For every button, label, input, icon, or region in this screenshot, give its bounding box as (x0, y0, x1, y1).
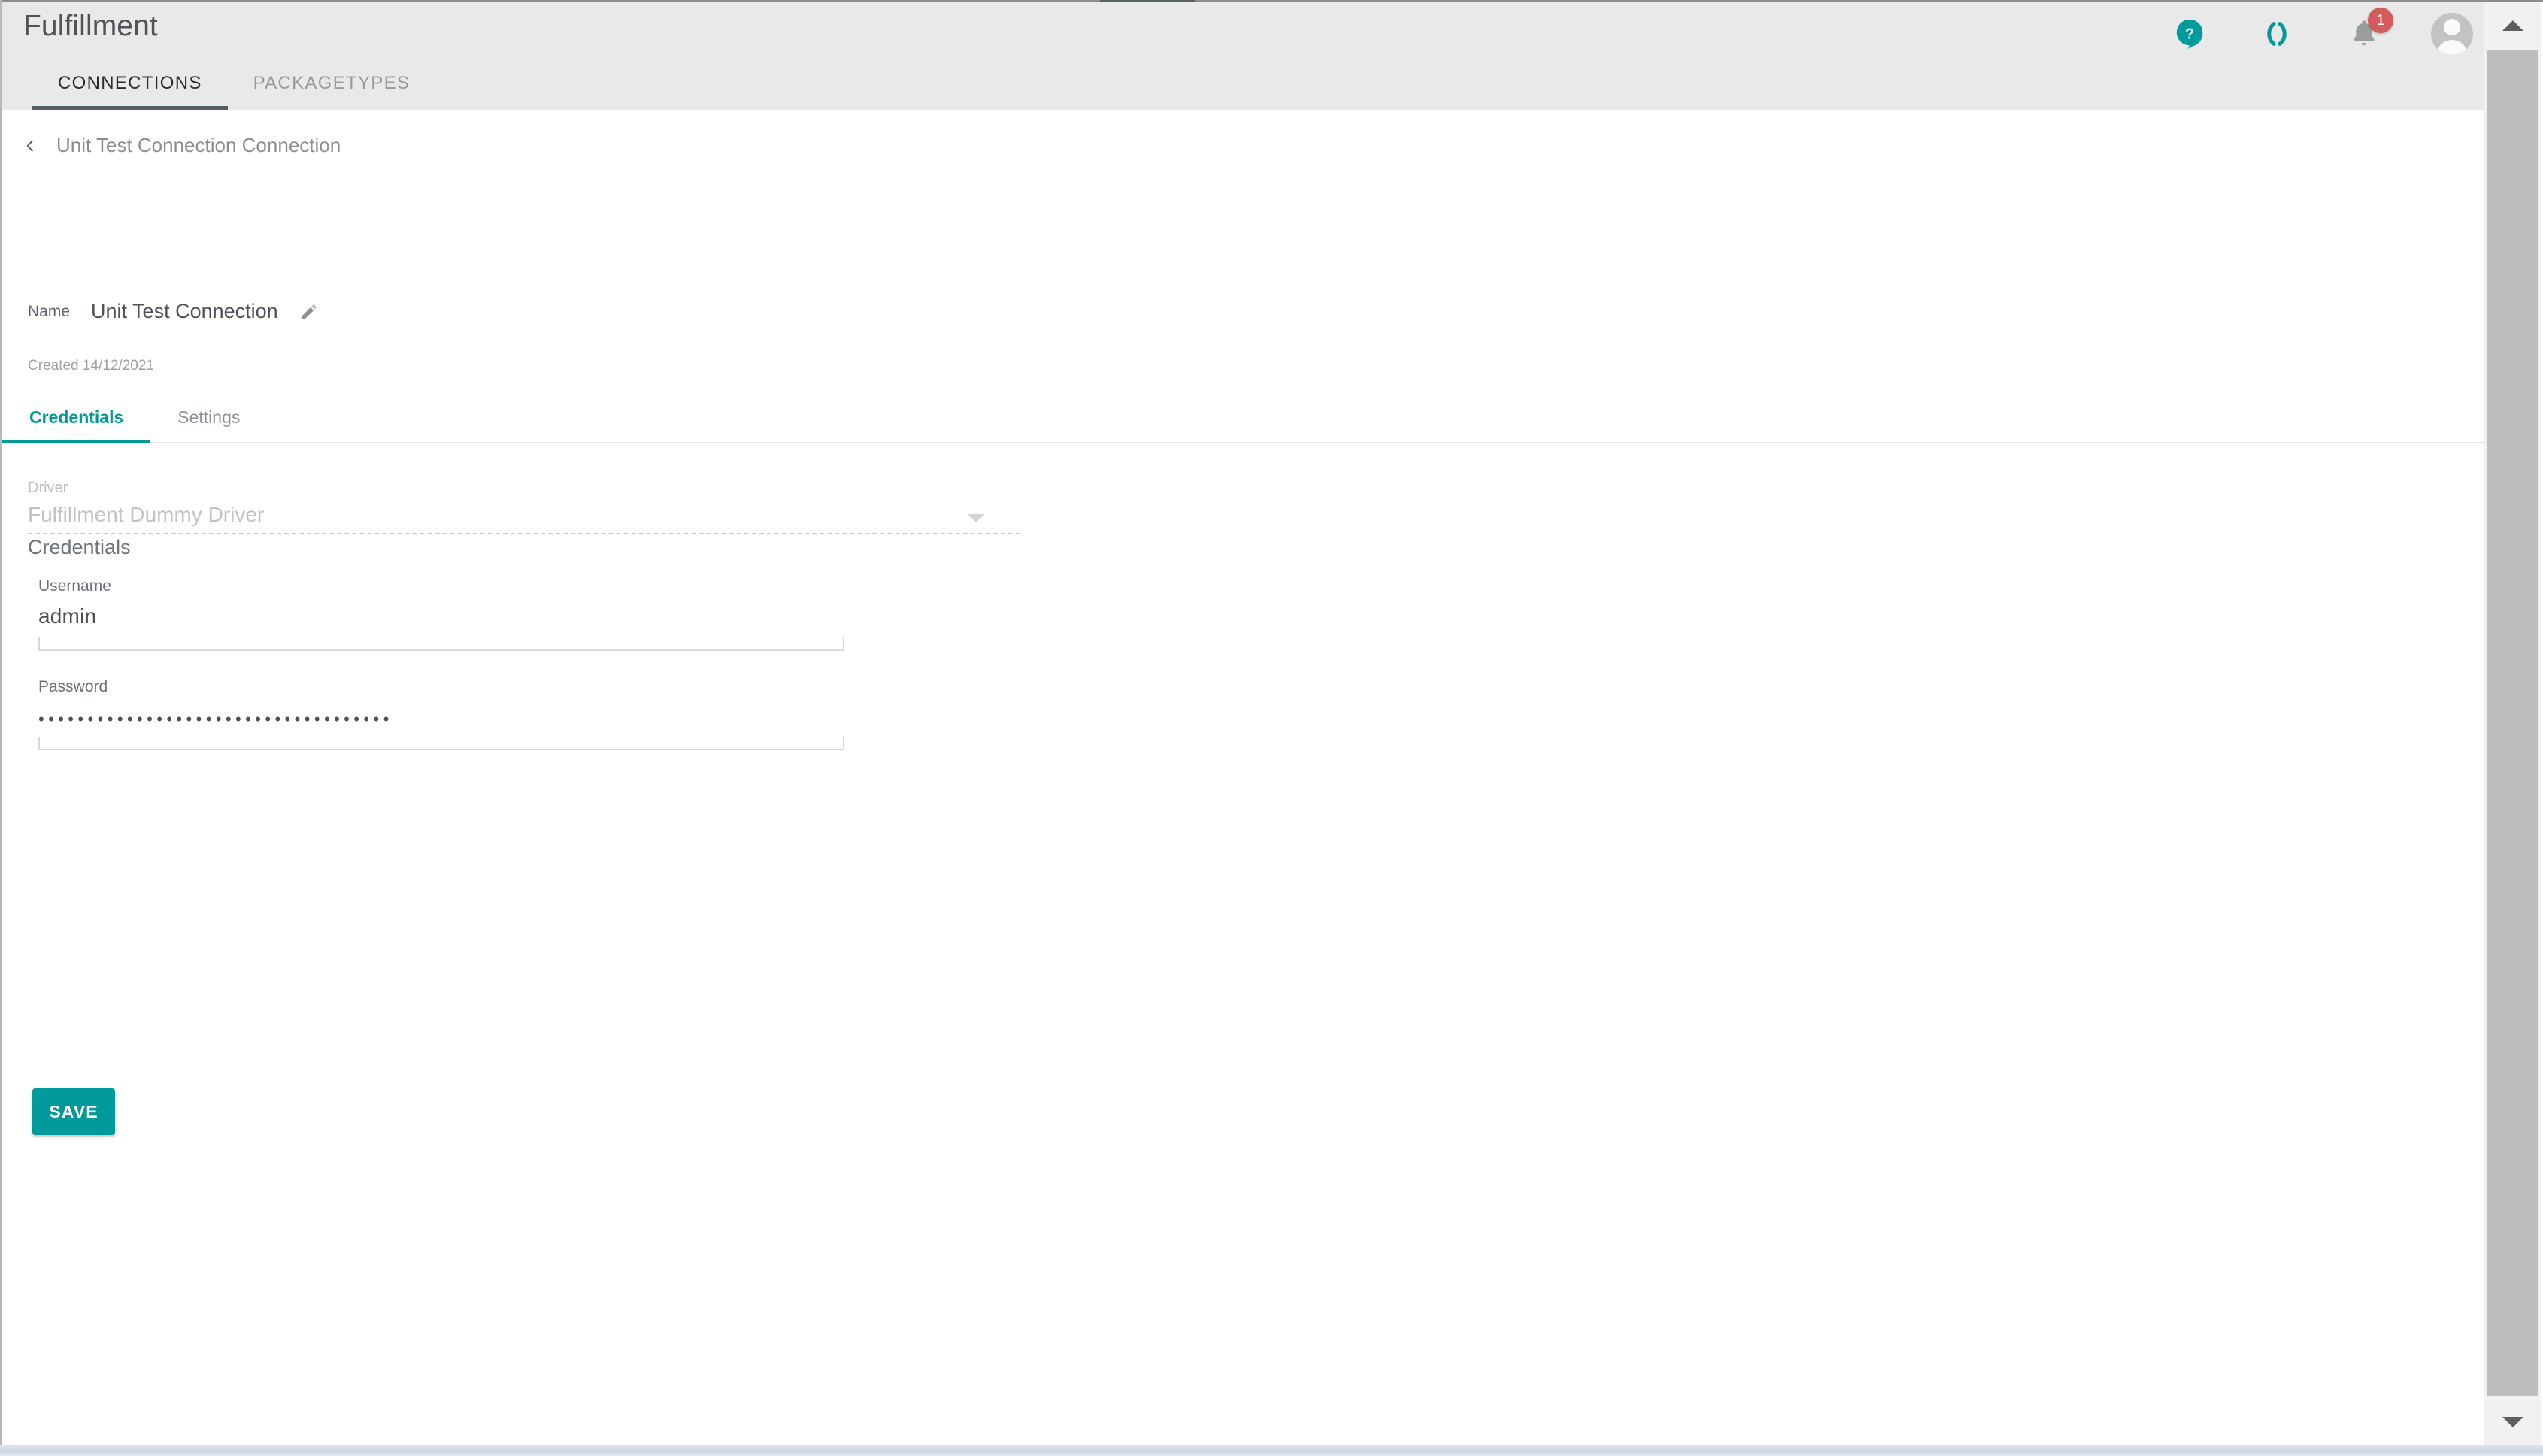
notification-badge: 1 (2368, 8, 2393, 33)
avatar-head (2444, 19, 2460, 35)
username-field[interactable]: Username admin (38, 577, 844, 651)
password-underline (38, 737, 844, 750)
header-actions: ? 1 (2169, 8, 2473, 55)
username-input[interactable]: admin (38, 604, 844, 630)
save-button[interactable]: SAVE (32, 1088, 115, 1135)
notifications-bell-icon[interactable]: 1 (2344, 8, 2393, 54)
credentials-section-title: Credentials (28, 536, 131, 558)
scroll-up-arrow-icon[interactable] (2484, 2, 2541, 49)
name-value: Unit Test Connection (91, 300, 278, 322)
name-label: Name (28, 302, 71, 320)
tab-settings[interactable]: Settings (150, 397, 267, 443)
connection-name-row: Name Unit Test Connection (28, 300, 319, 323)
chevron-down-icon[interactable] (968, 514, 984, 522)
app-header: Fulfillment ? 1 CONNECTIONS PACKAGETYPES (2, 2, 2485, 110)
user-avatar[interactable] (2431, 13, 2473, 55)
password-input[interactable]: •••••••••••••••••••••••••••••••••••• (38, 710, 844, 729)
driver-value: Fulfillment Dummy Driver (28, 503, 265, 526)
driver-select[interactable]: Driver Fulfillment Dummy Driver (28, 480, 1020, 534)
loading-parentheses-icon (2257, 14, 2297, 54)
svg-text:?: ? (2185, 26, 2194, 43)
inner-tabs: Credentials Settings (2, 397, 2485, 443)
driver-underline (28, 533, 1020, 534)
module-tabs: CONNECTIONS PACKAGETYPES (32, 61, 435, 110)
breadcrumb[interactable]: Unit Test Connection Connection (22, 134, 341, 157)
scrollbar-thumb[interactable] (2487, 50, 2538, 1396)
breadcrumb-title: Unit Test Connection Connection (56, 134, 341, 156)
window-bottom-edge (0, 1445, 2543, 1456)
username-label: Username (38, 577, 111, 595)
tab-credentials[interactable]: Credentials (2, 397, 151, 443)
inner-tabs-track (2, 442, 2485, 443)
help-icon[interactable]: ? (2169, 14, 2210, 54)
page-title: Fulfillment (23, 10, 158, 42)
tab-packagetypes[interactable]: PACKAGETYPES (228, 61, 436, 110)
tab-connections[interactable]: CONNECTIONS (32, 61, 228, 110)
page-content: Unit Test Connection Connection Name Uni… (2, 110, 2485, 1443)
password-label: Password (38, 678, 108, 695)
scroll-down-arrow-icon[interactable] (2484, 1399, 2541, 1445)
avatar-body (2436, 40, 2468, 55)
driver-label: Driver (28, 480, 68, 496)
password-field[interactable]: Password •••••••••••••••••••••••••••••••… (38, 678, 844, 750)
pencil-icon[interactable] (299, 302, 319, 322)
username-underline (38, 637, 844, 651)
chevron-left-icon[interactable] (22, 138, 38, 154)
browser-viewport: Fulfillment ? 1 CONNECTIONS PACKAGETYPES… (0, 0, 2543, 1456)
created-date: Created 14/12/2021 (28, 358, 154, 374)
vertical-scrollbar[interactable] (2484, 2, 2541, 1445)
